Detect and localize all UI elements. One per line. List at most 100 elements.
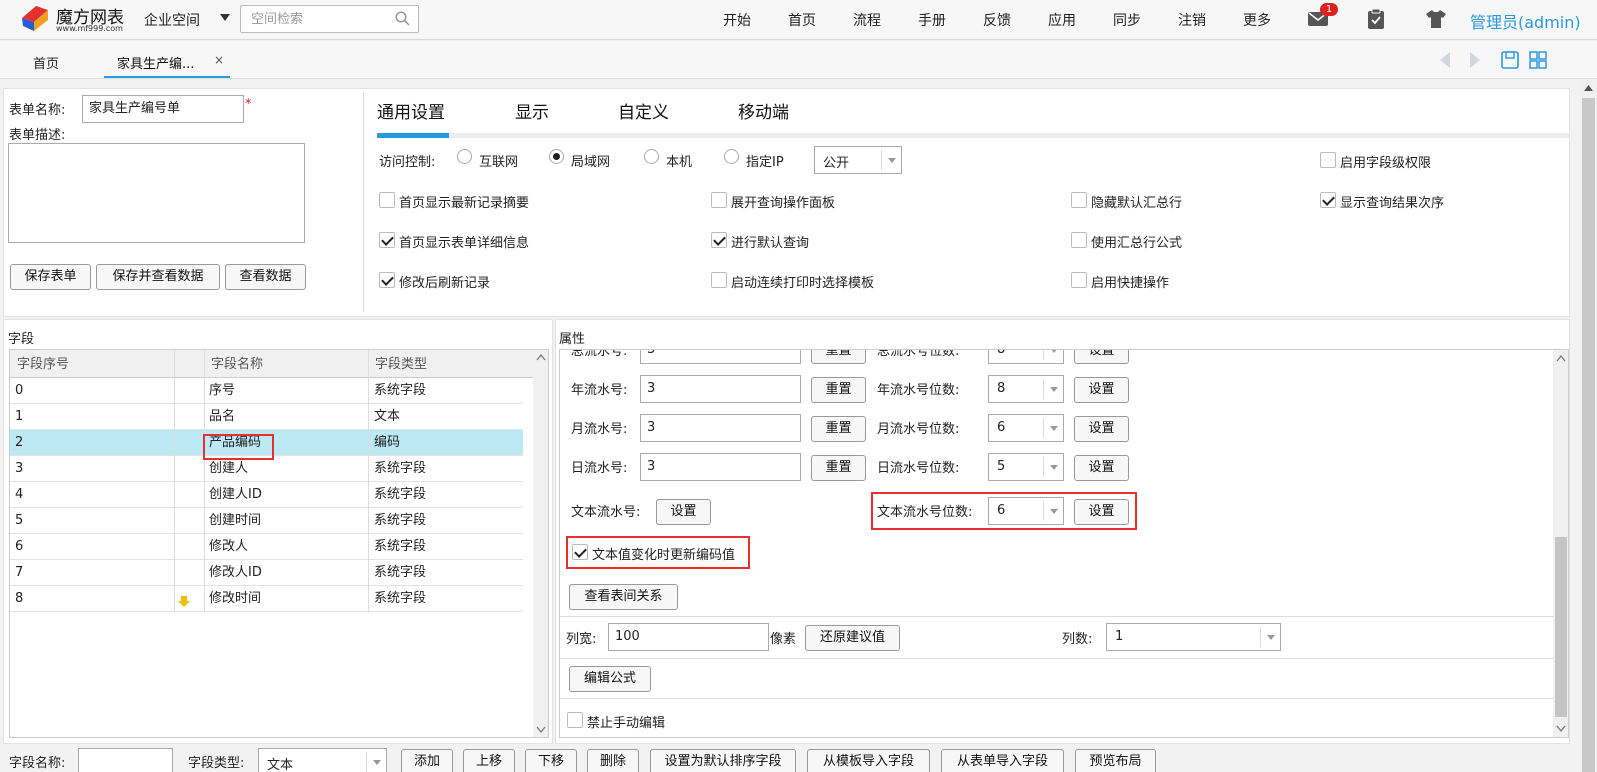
total-serial-digits-select[interactable]: 8 [988,350,1064,364]
preview-layout-button[interactable]: 预览布局 [1075,749,1156,772]
import-from-template-button[interactable]: 从模板导入字段 [807,749,930,772]
checkbox-field-permissions[interactable] [1320,152,1336,168]
scroll-up-icon[interactable] [536,353,546,361]
tab-general-settings[interactable]: 通用设置 [377,98,445,123]
radio-specific-ip[interactable] [724,149,739,164]
nav-back-icon[interactable] [1438,50,1452,70]
checkbox-update-on-change[interactable] [572,544,588,560]
text-serial-digits-set-button[interactable]: 设置 [1074,499,1129,525]
form-name-input[interactable]: 家具生产编号单 [82,95,244,123]
table-row[interactable]: 5 创建时间 系统字段 [10,508,523,534]
chevron-down-icon[interactable] [1260,627,1280,647]
restore-suggested-button[interactable]: 还原建议值 [805,625,900,651]
nav-forward-icon[interactable] [1468,50,1482,70]
month-serial-reset-button[interactable]: 重置 [811,416,866,442]
chevron-down-icon[interactable] [881,150,901,170]
nav-apps[interactable]: 应用 [1048,10,1076,30]
table-row[interactable]: 8 修改时间 系统字段 [10,586,523,612]
radio-internet[interactable] [457,149,472,164]
add-field-button[interactable]: 添加 [401,749,453,772]
workspace-selector[interactable]: 企业空间 [144,10,200,30]
chevron-down-icon[interactable] [1043,501,1063,521]
nav-manual[interactable]: 手册 [918,10,946,30]
new-field-name-input[interactable] [78,748,173,772]
month-serial-digits-set-button[interactable]: 设置 [1074,416,1129,442]
day-serial-reset-button[interactable]: 重置 [811,455,866,481]
col-header-name[interactable]: 字段名称 [211,352,263,377]
table-row[interactable]: 6 修改人 系统字段 [10,534,523,560]
nav-home[interactable]: 首页 [788,10,816,30]
table-row[interactable]: 4 创建人ID 系统字段 [10,482,523,508]
col-header-no[interactable]: 字段序号 [17,352,69,377]
checkbox-home-form-details[interactable] [379,232,395,248]
save-and-view-button[interactable]: 保存并查看数据 [96,264,220,290]
chevron-down-icon[interactable] [1043,457,1063,477]
edit-formula-button[interactable]: 编辑公式 [569,666,651,692]
scroll-down-icon[interactable] [536,726,546,734]
checkbox-refresh-after-edit[interactable] [379,272,395,288]
nav-sync[interactable]: 同步 [1113,10,1141,30]
col-header-type[interactable]: 字段类型 [375,352,427,377]
day-serial-input[interactable]: 3 [640,453,801,481]
set-default-sort-button[interactable]: 设置为默认排序字段 [650,749,796,772]
chevron-down-icon[interactable] [366,752,386,772]
save-form-button[interactable]: 保存表单 [10,264,91,290]
tab-form-editor[interactable]: 家具生产编... [117,53,194,72]
checkbox-default-query[interactable] [711,232,727,248]
total-serial-reset-button[interactable]: 重置 [811,350,866,364]
checkbox-hide-total-row[interactable] [1071,192,1087,208]
column-count-select[interactable]: 1 [1106,623,1281,651]
checkbox-expand-query-panel[interactable] [711,192,727,208]
tab-mobile[interactable]: 移动端 [738,98,789,123]
month-serial-digits-select[interactable]: 6 [988,414,1064,442]
move-down-button[interactable]: 下移 [525,749,577,772]
access-scope-select[interactable]: 公开 [814,146,902,174]
form-desc-textarea[interactable] [8,143,305,243]
view-data-button[interactable]: 查看数据 [225,264,306,290]
total-serial-input[interactable]: 3 [640,350,801,364]
checkbox-home-summary[interactable] [379,192,395,208]
text-serial-set-button[interactable]: 设置 [656,499,711,525]
close-icon[interactable]: × [214,53,224,67]
scroll-down-icon[interactable] [1556,725,1566,733]
space-search[interactable] [240,5,419,33]
admin-user[interactable]: 管理员(admin) [1470,9,1581,33]
year-serial-reset-button[interactable]: 重置 [811,377,866,403]
scroll-up-icon[interactable] [1556,354,1566,362]
clipboard-icon[interactable] [1365,8,1387,30]
field-type-select[interactable]: 文本 [258,748,387,772]
save-icon[interactable] [1500,50,1520,70]
table-row[interactable]: 7 修改人ID 系统字段 [10,560,523,586]
table-row[interactable]: 1 品名 文本 [10,404,523,430]
tab-home[interactable]: 首页 [33,53,59,72]
tab-display[interactable]: 显示 [515,98,549,123]
grid-layout-icon[interactable] [1528,50,1548,70]
nav-more[interactable]: 更多 [1243,10,1271,30]
radio-lan[interactable] [549,149,564,164]
checkbox-quick-actions[interactable] [1071,272,1087,288]
year-serial-digits-select[interactable]: 8 [988,375,1064,403]
page-scrollbar-thumb[interactable] [1582,98,1595,772]
chevron-down-icon[interactable] [1043,350,1063,360]
checkbox-no-manual-edit[interactable] [567,712,583,728]
nav-workflow[interactable]: 流程 [853,10,881,30]
nav-start[interactable]: 开始 [723,10,751,30]
nav-feedback[interactable]: 反馈 [983,10,1011,30]
text-serial-digits-select[interactable]: 6 [988,497,1064,525]
properties-scrollbar-thumb[interactable] [1555,537,1567,717]
search-input[interactable] [241,6,381,32]
move-up-button[interactable]: 上移 [463,749,515,772]
year-serial-input[interactable]: 3 [640,375,801,403]
year-serial-digits-set-button[interactable]: 设置 [1074,377,1129,403]
chevron-down-icon[interactable] [220,14,230,21]
chevron-down-icon[interactable] [1043,418,1063,438]
day-serial-digits-select[interactable]: 5 [988,453,1064,481]
table-row[interactable]: 0 序号 系统字段 [10,378,523,404]
import-from-form-button[interactable]: 从表单导入字段 [941,749,1064,772]
search-icon[interactable] [395,11,410,26]
checkbox-total-row-formula[interactable] [1071,232,1087,248]
theme-shirt-icon[interactable] [1425,8,1447,30]
month-serial-input[interactable]: 3 [640,414,801,442]
day-serial-digits-set-button[interactable]: 设置 [1074,455,1129,481]
column-width-input[interactable]: 100 [608,623,769,651]
